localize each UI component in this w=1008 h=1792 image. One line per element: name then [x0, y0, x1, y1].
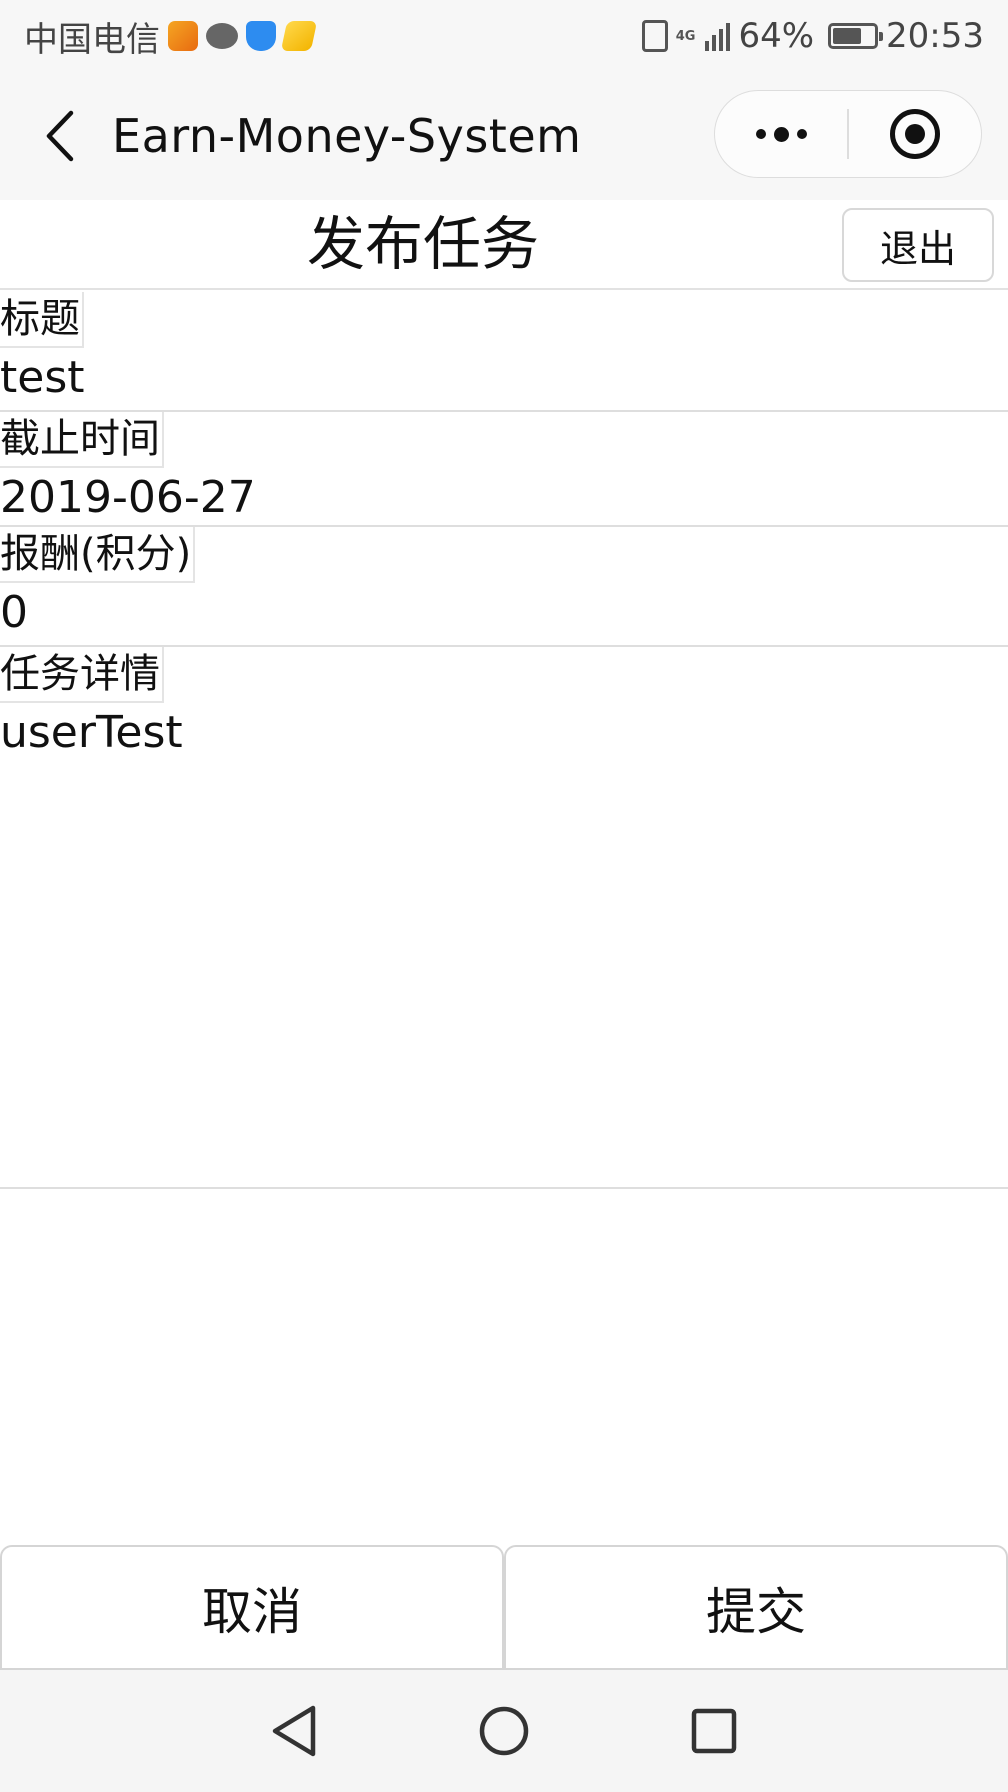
back-button[interactable]	[30, 106, 90, 166]
battery-icon	[828, 23, 884, 49]
screen: 中国电信 4G 64% 20:53 Earn-Money-System 发布任务…	[0, 0, 1008, 1792]
android-home-button[interactable]	[469, 1696, 539, 1766]
reward-field-group: 报酬(积分) 0	[0, 527, 1008, 647]
nav-bar: Earn-Money-System	[0, 72, 1008, 200]
nav-title: Earn-Money-System	[112, 109, 582, 163]
signal-icon	[705, 21, 731, 51]
battery-fill	[833, 28, 862, 44]
carrier-name: 中国电信	[24, 19, 160, 60]
title-label: 标题	[0, 292, 84, 348]
triangle-back-icon	[272, 1705, 316, 1757]
page-title: 发布任务	[306, 210, 539, 278]
go-app-icon	[168, 21, 198, 51]
submit-button[interactable]: 提交	[504, 1545, 1008, 1670]
circle-home-icon	[479, 1706, 529, 1756]
shield-icon	[246, 21, 276, 51]
android-back-button[interactable]	[259, 1696, 329, 1766]
clock: 20:53	[886, 16, 984, 56]
page-content: 发布任务 退出 标题 test 截止时间 2019-06-27 报酬(积分) 0…	[0, 200, 1008, 1670]
deadline-label: 截止时间	[0, 412, 164, 468]
android-recents-button[interactable]	[679, 1696, 749, 1766]
more-button[interactable]	[715, 91, 847, 177]
reward-input[interactable]: 0	[0, 583, 1008, 643]
deadline-picker[interactable]: 2019-06-27	[0, 468, 1008, 528]
detail-label: 任务详情	[0, 647, 164, 703]
square-recents-icon	[691, 1708, 737, 1754]
capsule-menu	[714, 90, 982, 178]
reward-label: 报酬(积分)	[0, 527, 196, 583]
chat-bubble-icon	[206, 23, 238, 49]
status-left: 中国电信	[24, 12, 318, 61]
chevron-left-icon	[46, 110, 74, 162]
title-field-group: 标题 test	[0, 290, 1008, 412]
battery-percent: 64%	[738, 16, 815, 56]
target-icon	[889, 109, 940, 159]
page-header: 发布任务 退出	[0, 200, 1008, 290]
vibrate-icon	[641, 20, 668, 52]
title-input[interactable]: test	[0, 348, 1008, 408]
deadline-field-group: 截止时间 2019-06-27	[0, 412, 1008, 527]
detail-textarea[interactable]: userTest	[0, 703, 1008, 763]
network-type: 4G	[675, 28, 696, 44]
status-bar: 中国电信 4G 64% 20:53	[0, 0, 1008, 72]
bottom-buttons: 取消 提交	[0, 1545, 1008, 1670]
status-right: 4G 64% 20:53	[641, 16, 984, 56]
android-nav-bar	[0, 1670, 1008, 1792]
more-dots-icon	[755, 126, 807, 142]
cancel-button[interactable]: 取消	[0, 1545, 504, 1670]
detail-field-group: 任务详情 userTest	[0, 647, 1008, 1189]
logout-button[interactable]: 退出	[842, 208, 994, 282]
payment-icon	[280, 21, 318, 51]
close-miniprogram-button[interactable]	[849, 91, 981, 177]
